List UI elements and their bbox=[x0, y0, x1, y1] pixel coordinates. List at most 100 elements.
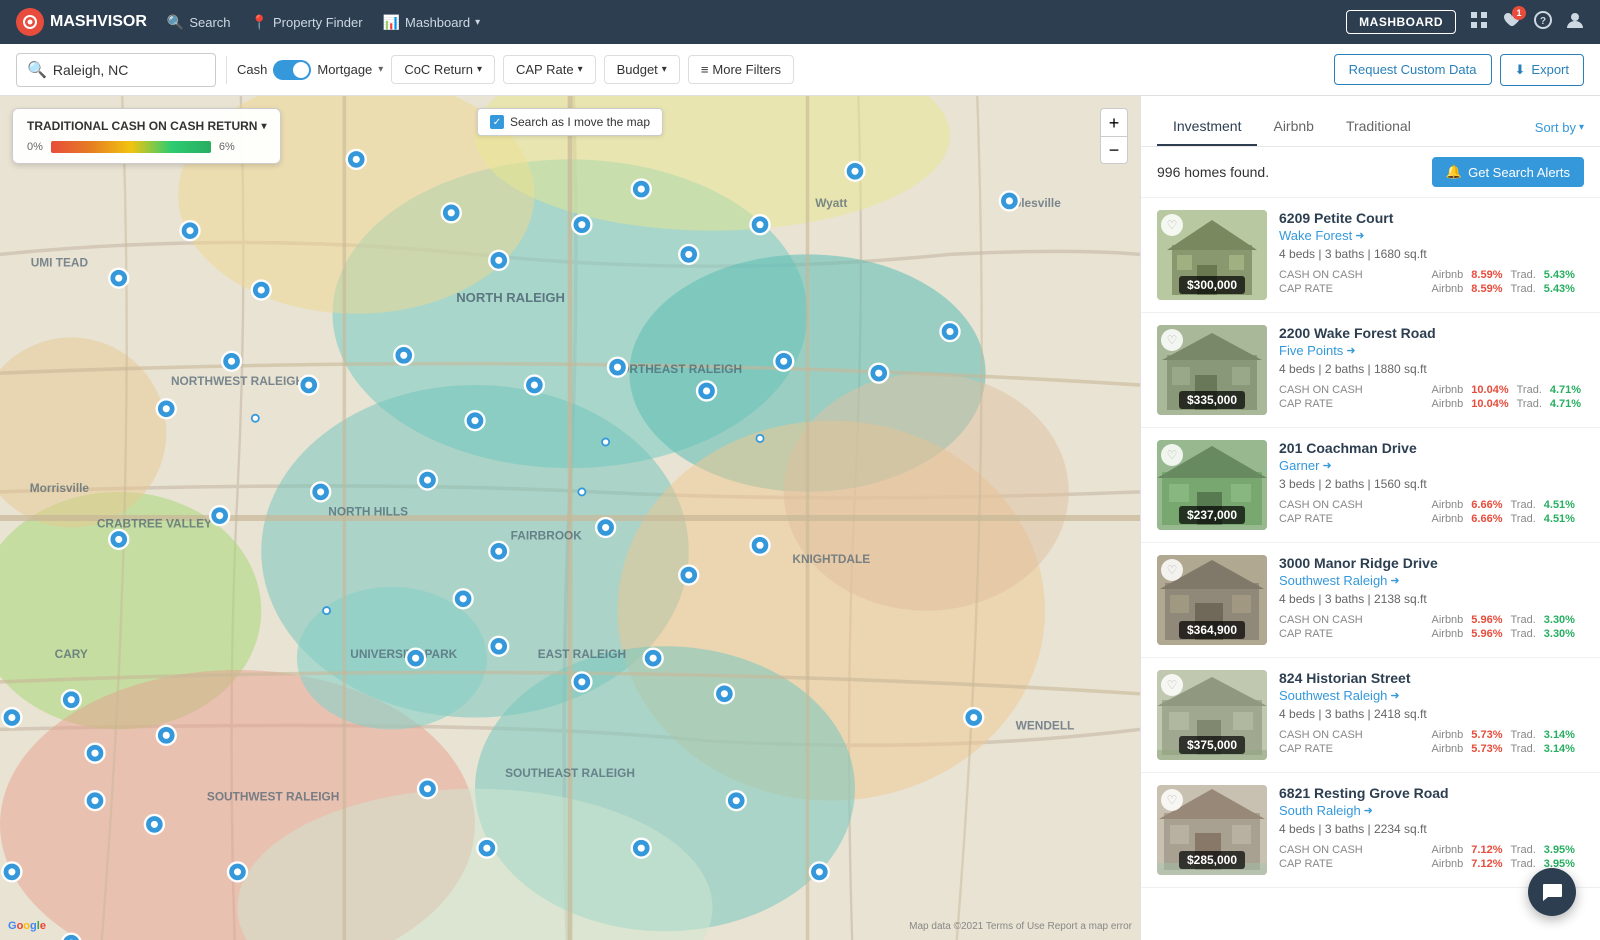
export-icon: ⬇ bbox=[1515, 62, 1526, 78]
coc-label-5: CASH ON CASH bbox=[1279, 844, 1432, 856]
zoom-in-button[interactable]: + bbox=[1100, 108, 1128, 136]
grid-menu-icon[interactable] bbox=[1470, 11, 1488, 34]
property-neighborhood-0[interactable]: Wake Forest ➜ bbox=[1279, 228, 1584, 243]
property-image-wrap-4: $375,000 ♡ bbox=[1157, 670, 1267, 760]
nav-search[interactable]: 🔍 Search bbox=[167, 14, 231, 31]
help-icon[interactable]: ? bbox=[1534, 11, 1552, 34]
property-neighborhood-5[interactable]: South Raleigh ➜ bbox=[1279, 803, 1584, 818]
mashboard-icon: 📊 bbox=[383, 14, 400, 31]
filter-bar: 🔍 Cash Mortgage ▾ CoC Return ▾ CAP Rate … bbox=[0, 44, 1600, 96]
toggle-switch[interactable] bbox=[273, 60, 311, 80]
cap-rate-filter[interactable]: CAP Rate ▾ bbox=[503, 55, 596, 84]
panel-tabs-row: Investment Airbnb Traditional Sort by ▾ bbox=[1157, 108, 1584, 146]
tab-investment[interactable]: Investment bbox=[1157, 108, 1257, 146]
search-as-move-checkbox[interactable]: ✓ Search as I move the map bbox=[477, 108, 663, 136]
trad-cap-0: 5.43% bbox=[1544, 283, 1575, 295]
property-card-3[interactable]: $364,900 ♡ 3000 Manor Ridge Drive Southw… bbox=[1141, 543, 1600, 658]
export-button[interactable]: ⬇ Export bbox=[1500, 54, 1584, 86]
tab-traditional[interactable]: Traditional bbox=[1330, 108, 1427, 146]
property-neighborhood-4[interactable]: Southwest Raleigh ➜ bbox=[1279, 688, 1584, 703]
more-filters-icon: ≡ bbox=[701, 62, 709, 77]
tab-airbnb[interactable]: Airbnb bbox=[1257, 108, 1329, 146]
location-input[interactable] bbox=[53, 62, 203, 78]
more-filters-label: More Filters bbox=[712, 62, 781, 77]
property-neighborhood-2[interactable]: Garner ➜ bbox=[1279, 458, 1584, 473]
svg-text:NORTH RALEIGH: NORTH RALEIGH bbox=[456, 290, 565, 305]
property-card-2[interactable]: $237,000 ♡ 201 Coachman Drive Garner ➜ 3… bbox=[1141, 428, 1600, 543]
property-metrics-1: CASH ON CASH Airbnb 10.04% Trad. 4.71% C… bbox=[1279, 384, 1584, 410]
cap-label-4: CAP RATE bbox=[1279, 743, 1432, 755]
zoom-out-button[interactable]: − bbox=[1100, 136, 1128, 164]
map-area[interactable]: NORTH RALEIGH NORTHWEST RALEIGH NORTHEAS… bbox=[0, 96, 1140, 940]
trad-cap-4: 3.14% bbox=[1544, 743, 1575, 755]
favorite-button-0[interactable]: ♡ bbox=[1161, 214, 1183, 236]
nav-mashboard[interactable]: 📊 Mashboard ▾ bbox=[383, 14, 481, 31]
airbnb-coc-2: 6.66% bbox=[1471, 499, 1502, 511]
legend-bar: 0% 6% bbox=[27, 141, 266, 153]
price-badge-3: $364,900 bbox=[1157, 621, 1267, 639]
property-card-4[interactable]: $375,000 ♡ 824 Historian Street Southwes… bbox=[1141, 658, 1600, 773]
map-legend[interactable]: TRADITIONAL CASH ON CASH RETURN ▾ 0% 6% bbox=[12, 108, 281, 164]
favorite-button-4[interactable]: ♡ bbox=[1161, 674, 1183, 696]
cash-mortgage-toggle[interactable]: Cash Mortgage ▾ bbox=[237, 60, 383, 80]
location-search[interactable]: 🔍 bbox=[16, 53, 216, 87]
favorite-button-2[interactable]: ♡ bbox=[1161, 444, 1183, 466]
google-logo: Google bbox=[8, 920, 46, 932]
map-svg: NORTH RALEIGH NORTHWEST RALEIGH NORTHEAS… bbox=[0, 96, 1140, 940]
svg-text:EAST RALEIGH: EAST RALEIGH bbox=[538, 647, 626, 661]
legend-min: 0% bbox=[27, 141, 43, 153]
main-content: NORTH RALEIGH NORTHWEST RALEIGH NORTHEAS… bbox=[0, 96, 1600, 940]
svg-text:?: ? bbox=[1540, 16, 1546, 27]
user-icon[interactable] bbox=[1566, 11, 1584, 34]
svg-text:FAIRBROOK: FAIRBROOK bbox=[511, 528, 583, 542]
link-icon-0: ➜ bbox=[1355, 229, 1364, 242]
favorite-button-1[interactable]: ♡ bbox=[1161, 329, 1183, 351]
property-details-2: 3 beds | 2 baths | 1560 sq.ft bbox=[1279, 477, 1584, 491]
airbnb-coc-4: 5.73% bbox=[1471, 729, 1502, 741]
property-card-1[interactable]: $335,000 ♡ 2200 Wake Forest Road Five Po… bbox=[1141, 313, 1600, 428]
more-filters-button[interactable]: ≡ More Filters bbox=[688, 55, 794, 84]
property-details-0: 4 beds | 3 baths | 1680 sq.ft bbox=[1279, 247, 1584, 261]
sort-by-button[interactable]: Sort by ▾ bbox=[1535, 110, 1584, 145]
property-card-5[interactable]: $285,000 ♡ 6821 Resting Grove Road South… bbox=[1141, 773, 1600, 888]
mashboard-button[interactable]: MASHBOARD bbox=[1346, 10, 1456, 34]
trad-cap-3: 3.30% bbox=[1544, 628, 1575, 640]
property-neighborhood-1[interactable]: Five Points ➜ bbox=[1279, 343, 1584, 358]
property-image-wrap-3: $364,900 ♡ bbox=[1157, 555, 1267, 645]
top-navigation: MASHVISOR 🔍 Search 📍 Property Finder 📊 M… bbox=[0, 0, 1600, 44]
get-search-alerts-button[interactable]: 🔔 Get Search Alerts bbox=[1432, 157, 1584, 187]
svg-text:Morrisville: Morrisville bbox=[30, 481, 90, 495]
heart-nav-icon[interactable]: 1 bbox=[1502, 11, 1520, 34]
map-zoom-controls: + − bbox=[1100, 108, 1128, 164]
property-card-0[interactable]: $300,000 ♡ 6209 Petite Court Wake Forest… bbox=[1141, 198, 1600, 313]
property-list: $300,000 ♡ 6209 Petite Court Wake Forest… bbox=[1141, 198, 1600, 940]
favorite-button-5[interactable]: ♡ bbox=[1161, 789, 1183, 811]
property-details-3: 4 beds | 3 baths | 2138 sq.ft bbox=[1279, 592, 1584, 606]
trad-cap-label-0: Trad. bbox=[1511, 283, 1536, 295]
trad-coc-2: 4.51% bbox=[1544, 499, 1575, 511]
price-tag-2: $237,000 bbox=[1179, 506, 1245, 524]
logo[interactable]: MASHVISOR bbox=[16, 8, 147, 36]
legend-max: 6% bbox=[219, 141, 235, 153]
coc-return-filter[interactable]: CoC Return ▾ bbox=[391, 55, 495, 84]
property-neighborhood-3[interactable]: Southwest Raleigh ➜ bbox=[1279, 573, 1584, 588]
property-details-5: 4 beds | 3 baths | 2234 sq.ft bbox=[1279, 822, 1584, 836]
property-info-3: 3000 Manor Ridge Drive Southwest Raleigh… bbox=[1279, 555, 1584, 645]
cap-label-1: CAP RATE bbox=[1279, 398, 1432, 410]
cash-label: Cash bbox=[237, 62, 267, 77]
panel-header: Investment Airbnb Traditional Sort by ▾ bbox=[1141, 96, 1600, 147]
airbnb-cap-0: 8.59% bbox=[1471, 283, 1502, 295]
coc-label-3: CASH ON CASH bbox=[1279, 614, 1432, 626]
airbnb-cap-1: 10.04% bbox=[1471, 398, 1508, 410]
bell-icon: 🔔 bbox=[1446, 164, 1462, 180]
favorite-button-3[interactable]: ♡ bbox=[1161, 559, 1183, 581]
link-icon-2: ➜ bbox=[1322, 459, 1331, 472]
request-custom-data-button[interactable]: Request Custom Data bbox=[1334, 54, 1492, 85]
trad-cap-2: 4.51% bbox=[1544, 513, 1575, 525]
nav-property-finder[interactable]: 📍 Property Finder bbox=[251, 14, 363, 31]
panel-tabs: Investment Airbnb Traditional bbox=[1157, 108, 1427, 146]
logo-text: MASHVISOR bbox=[50, 13, 147, 31]
budget-filter[interactable]: Budget ▾ bbox=[604, 55, 680, 84]
cap-values-0: Airbnb 8.59% Trad. 5.43% bbox=[1432, 283, 1585, 295]
chat-fab-button[interactable] bbox=[1528, 868, 1576, 916]
